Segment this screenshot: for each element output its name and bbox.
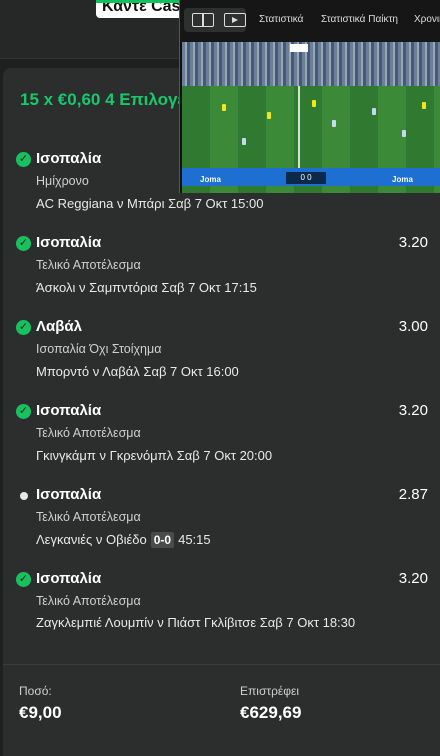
divider	[3, 664, 440, 665]
check-icon: ✓	[16, 320, 31, 335]
check-icon: ✓	[16, 152, 31, 167]
selection-name: Ισοπαλία	[36, 570, 102, 587]
halfway-line	[298, 86, 300, 168]
selection-event: Λεγκανιές ν Οβιέδο 0-0 45:15	[36, 532, 211, 548]
player	[312, 100, 316, 107]
selection-item[interactable]: Ισοπαλία 2.87 Τελικό Αποτέλεσμα Λεγκανιέ…	[3, 486, 440, 570]
check-icon: ✓	[16, 404, 31, 419]
tab-timeline[interactable]: Χρονικ	[414, 14, 440, 25]
scorebug: 0 0	[286, 172, 326, 184]
selection-market: Ισοπαλία Όχι Στοίχημα	[36, 342, 162, 356]
stake-label: Ποσό:	[19, 684, 52, 698]
selection-event: Άσκολι ν Σαμπντόρια Σαβ 7 Οκτ 17:15	[36, 280, 257, 295]
tab-statistics[interactable]: Στατιστικά	[259, 14, 303, 25]
selection-event: AC Reggiana ν Μπάρι Σαβ 7 Οκτ 15:00	[36, 196, 264, 211]
selection-market: Τελικό Αποτέλεσμα	[36, 258, 141, 272]
selection-event: Μπορντό ν Λαβάλ Σαβ 7 Οκτ 16:00	[36, 364, 239, 379]
player	[267, 112, 271, 119]
selection-odds: 3.00	[398, 318, 428, 335]
live-score-badge: 0-0	[150, 532, 175, 548]
check-icon: ✓	[16, 572, 31, 587]
match-clock: 45:15	[178, 532, 211, 547]
selection-market: Τελικό Αποτέλεσμα	[36, 510, 141, 524]
stadium-stands	[182, 42, 440, 86]
video-frame: Joma Joma 0 0	[182, 42, 440, 193]
selection-name: Λαβάλ	[36, 318, 82, 335]
ad-text: Joma	[392, 175, 413, 184]
player	[332, 120, 336, 127]
selection-name: Ισοπαλία	[36, 402, 102, 419]
live-stream-overlay[interactable]: Στατιστικά Στατιστικά Παίκτη Χρονικ Joma…	[179, 0, 440, 193]
ad-text: Joma	[200, 175, 221, 184]
selection-name: Ισοπαλία	[36, 234, 102, 251]
player	[222, 104, 226, 111]
selection-item[interactable]: ✓ Ισοπαλία 3.20 Τελικό Αποτέλεσμα Ζαγκλε…	[3, 570, 440, 654]
selection-odds: 3.20	[398, 570, 428, 587]
stream-tabs: Στατιστικά Στατιστικά Παίκτη Χρονικ	[180, 0, 440, 42]
player	[422, 102, 426, 109]
selection-name: Ισοπαλία	[36, 150, 102, 167]
selection-item[interactable]: ✓ Ισοπαλία 3.20 Τελικό Αποτέλεσμα Γκινγκ…	[3, 402, 440, 486]
selection-market: Τελικό Αποτέλεσμα	[36, 426, 141, 440]
video-play-icon[interactable]	[224, 13, 246, 27]
selection-odds: 2.87	[398, 486, 428, 503]
player	[372, 108, 376, 115]
tab-player-statistics[interactable]: Στατιστικά Παίκτη	[321, 14, 398, 25]
broadcaster-logo	[290, 44, 308, 52]
selection-item[interactable]: ✓ Λαβάλ 3.00 Ισοπαλία Όχι Στοίχημα Μπορν…	[3, 318, 440, 402]
selection-market: Τελικό Αποτέλεσμα	[36, 594, 141, 608]
selection-odds: 3.20	[398, 234, 428, 251]
bet-title: 15 x €0,60 4 Επιλογές	[20, 90, 194, 109]
selection-odds: 3.20	[398, 402, 428, 419]
selection-event: Ζαγκλεμπιέ Λουμπίν ν Πιάστ Γκλίβιτσε Σαβ…	[36, 615, 356, 630]
stake-value: €9,00	[19, 703, 62, 722]
selection-market: Ημίχρονο	[36, 174, 89, 188]
returns-label: Επιστρέφει	[240, 684, 300, 698]
selection-event: Γκινγκάμπ ν Γκρενόμπλ Σαβ 7 Οκτ 20:00	[36, 448, 273, 463]
player	[242, 138, 246, 145]
selection-name: Ισοπαλία	[36, 486, 102, 503]
live-dot-icon	[20, 492, 28, 500]
player	[402, 130, 406, 137]
returns-value: €629,69	[240, 703, 302, 722]
selection-item[interactable]: ✓ Ισοπαλία 3.20 Τελικό Αποτέλεσμα Άσκολι…	[3, 234, 440, 318]
pitch-view-icon[interactable]	[192, 13, 214, 27]
check-icon: ✓	[16, 236, 31, 251]
event-teams: Λεγκανιές ν Οβιέδο	[36, 532, 147, 547]
